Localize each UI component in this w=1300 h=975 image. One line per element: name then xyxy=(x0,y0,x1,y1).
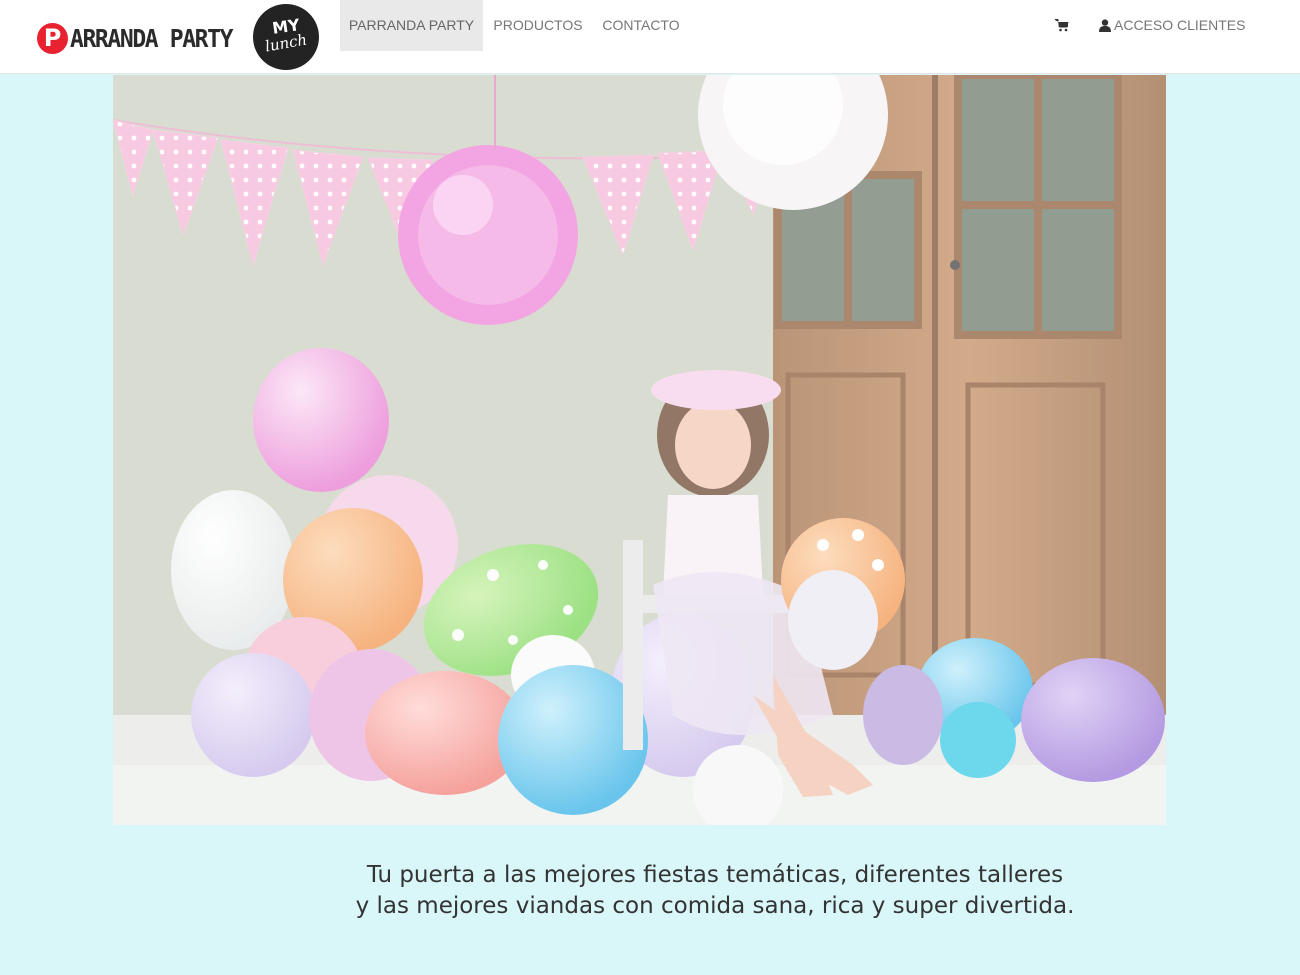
mylunch-logo[interactable]: MY lunch xyxy=(253,4,319,70)
party-photo xyxy=(113,75,1166,825)
brand-initial: P xyxy=(37,22,68,54)
tagline: Tu puerta a las mejores fiestas temática… xyxy=(0,860,1300,922)
client-access-label: ACCESO CLIENTES xyxy=(1114,17,1246,33)
shopping-cart-icon xyxy=(1055,19,1069,32)
nav-item-parranda-party[interactable]: PARRANDA PARTY xyxy=(340,0,483,51)
navbar: P ARRANDA PARTY MY lunch PARRANDA PARTY … xyxy=(0,0,1300,74)
cart-button[interactable] xyxy=(1055,0,1069,51)
client-access-link[interactable]: ACCESO CLIENTES xyxy=(1099,0,1245,51)
brand-name: ARRANDA PARTY xyxy=(70,23,233,53)
tagline-line-2: y las mejores viandas con comida sana, r… xyxy=(355,893,1075,919)
nav-item-contacto[interactable]: CONTACTO xyxy=(593,0,689,51)
tagline-line-1: Tu puerta a las mejores fiestas temática… xyxy=(366,862,1064,888)
hero-image xyxy=(113,75,1166,825)
user-icon xyxy=(1099,19,1111,32)
brand-logo[interactable]: P ARRANDA PARTY xyxy=(37,18,246,58)
nav-item-productos[interactable]: PRODUCTOS xyxy=(483,0,593,51)
